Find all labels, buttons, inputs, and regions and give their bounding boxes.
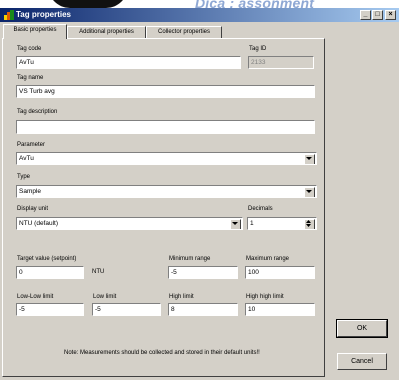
tag-name-field[interactable]: VS Turb avg — [16, 85, 315, 98]
tab-collector-properties[interactable]: Collector properties — [146, 26, 222, 38]
banner-logo-shape — [48, 0, 128, 8]
banner-text: Dica : assonment — [195, 0, 315, 8]
display-unit-value: NTU (default) — [19, 220, 59, 227]
type-label: Type — [17, 174, 31, 180]
maximum-range-label: Maximum range — [246, 256, 290, 262]
app-icon — [4, 10, 14, 20]
decimals-spin-buttons[interactable] — [304, 219, 315, 229]
tag-id-field: 2133 — [248, 56, 314, 69]
target-value-label: Target value (setpoint) — [17, 256, 77, 262]
type-dropdown-button[interactable] — [304, 187, 315, 197]
parameter-label: Parameter — [17, 142, 46, 148]
chevron-down-icon — [306, 157, 312, 160]
top-banner: Dica : assonment — [0, 0, 399, 8]
low-low-limit-label: Low-Low limit — [17, 294, 54, 300]
low-limit-field[interactable]: -5 — [92, 303, 161, 316]
tag-name-label: Tag name — [17, 75, 44, 81]
tab-basic-properties[interactable]: Basic properties — [3, 24, 67, 39]
maximum-range-field[interactable]: 100 — [245, 266, 315, 279]
tab-additional-properties[interactable]: Additional properties — [67, 26, 146, 38]
close-button[interactable]: × — [385, 10, 396, 20]
display-unit-select[interactable]: NTU (default) — [16, 217, 243, 230]
spin-arrows-icon — [306, 220, 311, 227]
high-limit-label: High limit — [169, 294, 194, 300]
window-title: Tag properties — [16, 10, 71, 19]
decimals-label: Decimals — [248, 206, 273, 212]
type-select[interactable]: Sample — [16, 185, 317, 198]
minimize-button[interactable]: _ — [360, 10, 371, 20]
maximize-button[interactable]: □ — [372, 10, 383, 20]
cancel-button[interactable]: Cancel — [337, 353, 387, 370]
minimum-range-field[interactable]: -5 — [168, 266, 238, 279]
high-limit-field[interactable]: 8 — [168, 303, 238, 316]
chevron-down-icon — [232, 222, 238, 225]
type-value: Sample — [19, 188, 42, 195]
high-high-limit-field[interactable]: 10 — [245, 303, 315, 316]
tag-description-field[interactable] — [16, 120, 315, 134]
minimum-range-label: Minimum range — [169, 256, 211, 262]
decimals-value: 1 — [250, 220, 254, 227]
ok-button[interactable]: OK — [336, 319, 388, 338]
chevron-down-icon — [306, 190, 312, 193]
parameter-dropdown-button[interactable] — [304, 154, 315, 164]
target-value-unit: NTU — [92, 269, 105, 275]
display-unit-dropdown-button[interactable] — [230, 219, 241, 229]
parameter-value: AvTu — [19, 155, 34, 162]
units-note: Note: Measurements should be collected a… — [64, 350, 260, 356]
high-high-limit-label: High high limit — [246, 294, 284, 300]
tag-code-label: Tag code — [17, 46, 42, 52]
decimals-spinner[interactable]: 1 — [247, 217, 317, 230]
tag-description-label: Tag description — [17, 109, 58, 115]
parameter-select[interactable]: AvTu — [16, 152, 317, 165]
display-unit-label: Display unit — [17, 206, 49, 212]
low-limit-label: Low limit — [93, 294, 117, 300]
tag-id-label: Tag ID — [249, 46, 267, 52]
target-value-field[interactable]: 0 — [16, 266, 84, 279]
tag-code-field[interactable]: AvTu — [16, 56, 241, 69]
low-low-limit-field[interactable]: -5 — [16, 303, 84, 316]
